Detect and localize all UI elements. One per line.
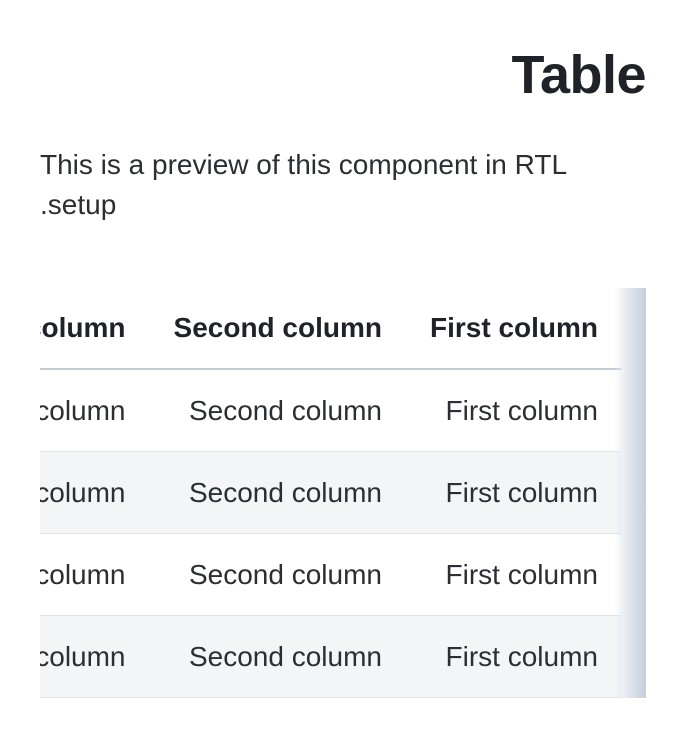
- cell-third-column: Third column: [40, 615, 150, 698]
- page-description: This is a preview of this component in R…: [40, 149, 567, 220]
- table-scroll-container[interactable]: First column Second column Third column …: [40, 288, 646, 698]
- cell-third-column: Third column: [40, 451, 150, 534]
- cell-third-column: Third column: [40, 369, 150, 452]
- cell-second-column: Second column: [149, 615, 406, 698]
- cell-first-column: First column: [405, 451, 622, 534]
- cell-first-column: First column: [405, 533, 622, 616]
- table-header-row: First column Second column Third column: [40, 288, 622, 370]
- cell-second-column: Second column: [149, 369, 406, 452]
- data-table: First column Second column Third column …: [40, 288, 622, 698]
- cell-first-column: First column: [405, 369, 622, 452]
- table-row: First column Second column Third column: [40, 369, 622, 452]
- table-row: First column Second column Third column: [40, 615, 622, 698]
- cell-first-column: First column: [405, 615, 622, 698]
- cell-second-column: Second column: [149, 451, 406, 534]
- cell-second-column: Second column: [149, 533, 406, 616]
- header-second-column: Second column: [149, 288, 406, 370]
- table-row: First column Second column Third column: [40, 533, 622, 616]
- header-third-column: Third column: [40, 288, 150, 370]
- cell-third-column: Third column: [40, 533, 150, 616]
- table-row: First column Second column Third column: [40, 451, 622, 534]
- page-title: Table: [511, 45, 646, 105]
- header-first-column: First column: [405, 288, 622, 370]
